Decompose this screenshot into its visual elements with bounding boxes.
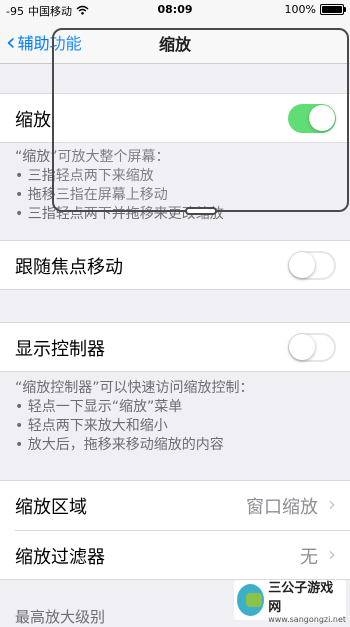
watermark-logo-icon — [237, 584, 265, 616]
zoom-region-label: 缩放区域 — [15, 497, 87, 518]
zoom-filter-label: 缩放过滤器 — [15, 547, 105, 568]
follow-focus-row: 跟随焦点移动 — [0, 240, 350, 290]
footer-line: “缩放控制器”可以快速访问缩放控制： — [15, 380, 254, 396]
zoom-window-frame[interactable] — [52, 28, 349, 215]
chevron-right-icon: › — [328, 492, 336, 516]
zoom-window-handle[interactable] — [184, 207, 217, 215]
watermark-url: www.sangongzi.net — [268, 614, 346, 624]
battery-icon — [320, 4, 346, 15]
chevron-right-icon: › — [328, 542, 336, 566]
show-controller-toggle[interactable] — [288, 333, 336, 362]
footer-line: • 放大后，拖移来移动缩放的内容 — [15, 437, 224, 453]
status-bar: -95 中国移动 08:09 100% — [0, 0, 350, 20]
status-right: 100% — [284, 3, 346, 16]
footer-line: • 轻点一下显示“缩放”菜单 — [15, 399, 183, 415]
battery-percent: 100% — [284, 3, 316, 16]
zoom-region-value: 窗口缩放 — [246, 497, 318, 518]
show-controller-row: 显示控制器 — [0, 322, 350, 372]
watermark-text: 三公子游戏网 www.sangongzi.net — [268, 577, 346, 624]
show-controller-label: 显示控制器 — [15, 339, 105, 360]
controller-footer: “缩放控制器”可以快速访问缩放控制： • 轻点一下显示“缩放”菜单 • 轻点两下… — [15, 379, 340, 455]
footer-line: • 轻点两下来放大和缩小 — [15, 418, 168, 434]
watermark-name: 三公子游戏网 — [268, 580, 334, 615]
zoom-region-row[interactable]: 缩放区域 窗口缩放 › — [0, 481, 350, 531]
zoom-options-group: 缩放区域 窗口缩放 › 缩放过滤器 无 › — [0, 480, 350, 580]
follow-focus-label: 跟随焦点移动 — [15, 257, 123, 278]
max-zoom-section-label: 最高放大级别 — [15, 608, 106, 626]
zoom-filter-row[interactable]: 缩放过滤器 无 › — [0, 531, 350, 581]
toggle-knob — [289, 252, 315, 278]
watermark-logo: 三公子游戏网 www.sangongzi.net — [234, 580, 346, 624]
zoom-filter-value: 无 — [300, 547, 318, 568]
toggle-knob — [289, 334, 315, 360]
follow-focus-toggle[interactable] — [288, 251, 336, 280]
zoom-label: 缩放 — [15, 110, 51, 131]
